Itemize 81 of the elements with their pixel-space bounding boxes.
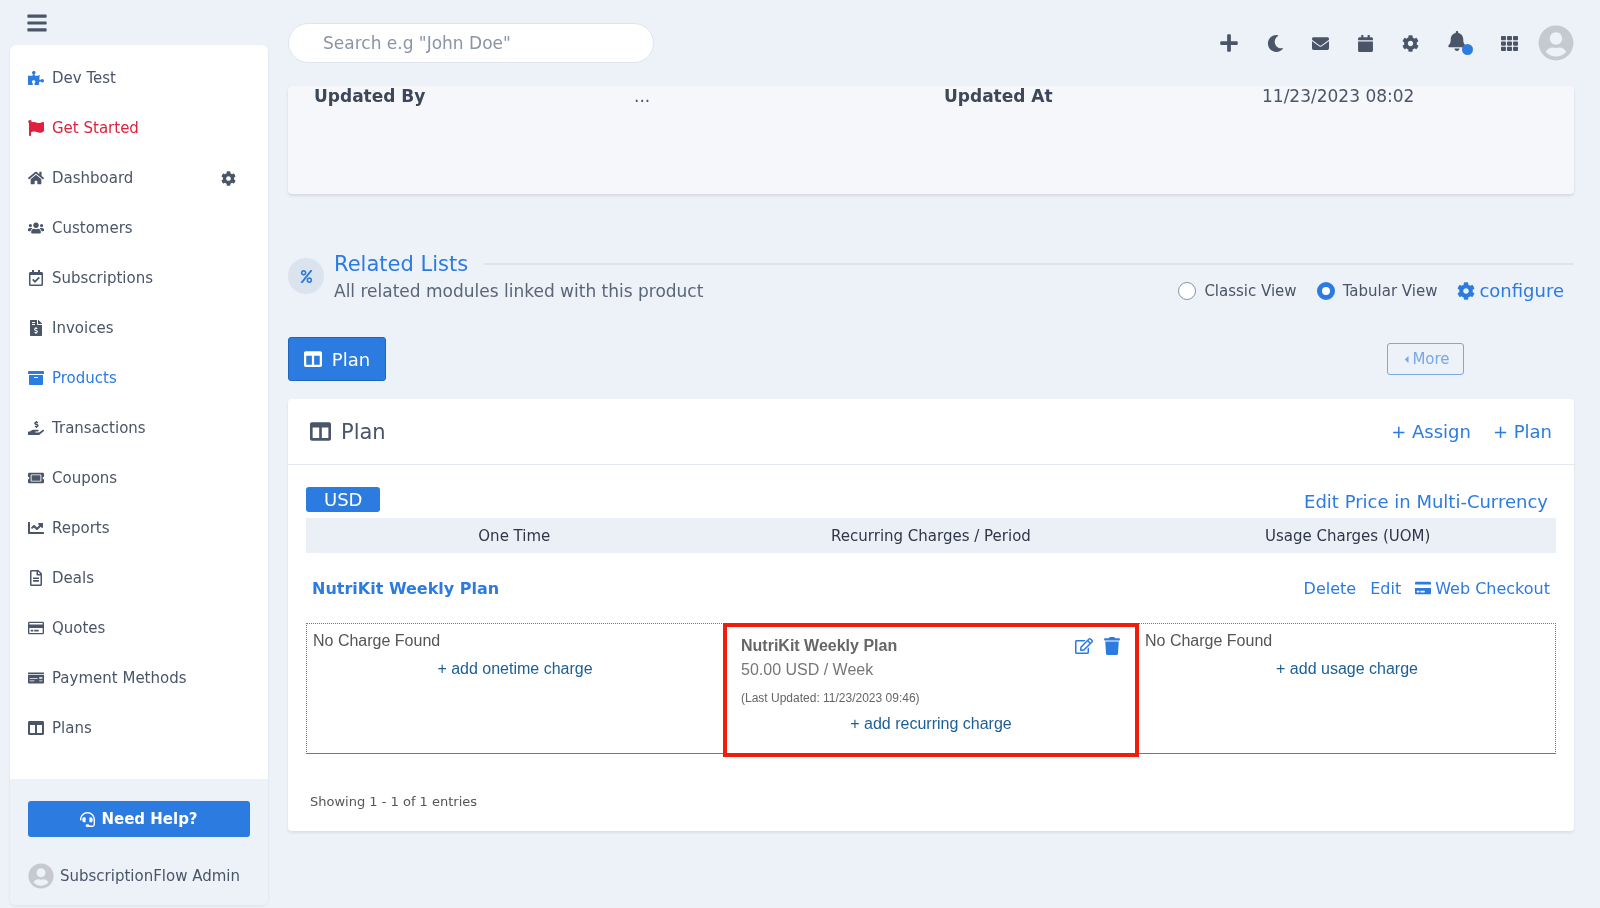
row-action-link[interactable]: Delete [1303,578,1357,598]
action-link[interactable]: + Assign [1391,421,1471,442]
row-action-link[interactable]: Edit [1370,578,1402,598]
radio-label: Tabular View [1342,281,1438,300]
calendar-check-icon [28,270,44,286]
hand-coin-icon [28,420,44,436]
calendar-icon[interactable] [1357,34,1374,52]
settings-icon[interactable] [221,170,236,186]
column-header: Usage Charges (UOM) [1263,526,1432,545]
currency-badge: USD [306,487,381,512]
headset-icon [80,811,96,827]
radio-button[interactable] [1316,281,1335,300]
multi-currency-link[interactable]: Edit Price in Multi-Currency [1304,491,1548,512]
columns-icon [310,421,331,442]
section-title: Related Lists [334,252,469,276]
last-updated-text: (Last Updated: 11/23/2023 09:46) [741,691,921,705]
empty-text: No Charge Found [1145,632,1274,650]
section-subtitle: All related modules linked with this product [334,280,704,301]
archive-icon [28,370,44,386]
add-charge-link[interactable]: + add recurring charge [850,715,1012,733]
trash-icon[interactable] [1103,637,1121,655]
users-icon [28,220,44,236]
ticket-icon [28,470,44,486]
sidebar-item[interactable]: Dashboard [10,153,268,203]
home-icon [28,170,44,186]
charge-price: 50.00 USD / Week [741,661,875,679]
entries-count: Showing 1 - 1 of 1 entries [309,794,479,809]
line-chart-icon [28,520,44,536]
field-label: Updated By [314,86,427,106]
sidebar-item[interactable]: Customers [10,203,268,253]
sidebar-item[interactable]: Plans [10,703,268,753]
plan-name-link[interactable]: NutriKit Weekly Plan [312,578,500,598]
settings-icon[interactable] [1402,34,1419,52]
column-header: Recurring Charges / Period [830,526,1032,545]
radio-button[interactable] [1178,281,1197,300]
flag-icon [28,120,44,136]
field-value: 11/23/2023 08:02 [1262,86,1416,106]
puzzle-icon [28,70,44,86]
sidebar-item[interactable]: Payment Methods [10,653,268,703]
add-icon[interactable] [1219,33,1239,53]
sidebar-item[interactable]: Dev Test [10,53,268,103]
columns-icon [303,350,322,368]
card-icon [28,620,44,636]
add-charge-link[interactable]: + add usage charge [1276,660,1418,678]
sidebar-item[interactable]: Quotes [10,603,268,653]
row-action-link[interactable]: Web Checkout [1415,578,1550,598]
document-icon [28,570,44,586]
card-icon [1415,580,1432,596]
invoice-icon [28,320,44,336]
bell-icon[interactable] [1447,31,1473,55]
sidebar-item[interactable]: Transactions [10,403,268,453]
field-value: ... [634,86,652,106]
column-header: One Time [477,526,552,545]
sidebar-item[interactable]: Subscriptions [10,253,268,303]
mail-icon[interactable] [1312,34,1329,52]
apps-grid-icon[interactable] [1501,34,1518,52]
field-label: Updated At [944,86,1054,106]
sidebar-item[interactable]: Reports [10,503,268,553]
action-link[interactable]: + Plan [1492,421,1552,442]
columns-icon [28,720,44,736]
user-name: SubscriptionFlow Admin [60,867,240,885]
configure-link[interactable]: configure [1479,280,1564,301]
sidebar-item[interactable]: Invoices [10,303,268,353]
sidebar-item[interactable]: Coupons [10,453,268,503]
percent-icon [288,258,324,294]
help-button[interactable]: Need Help? [28,801,250,837]
sidebar-item[interactable]: Get Started [10,103,268,153]
moon-icon[interactable] [1267,34,1284,52]
gear-icon[interactable] [1457,281,1476,300]
avatar-icon [28,863,54,889]
edit-icon[interactable] [1075,637,1093,655]
add-charge-link[interactable]: + add onetime charge [437,660,593,678]
sidebar-item[interactable]: Products [10,353,268,403]
card-title: Plan [341,419,386,444]
empty-text: No Charge Found [313,632,442,650]
search-field[interactable]: Search e.g "John Doe" [288,23,654,63]
plan-tab-button[interactable]: Plan [288,337,386,381]
sidebar-item[interactable]: Deals [10,553,268,603]
radio-label: Classic View [1204,281,1297,300]
charge-title: NutriKit Weekly Plan [741,637,898,655]
money-check-icon [28,670,44,686]
